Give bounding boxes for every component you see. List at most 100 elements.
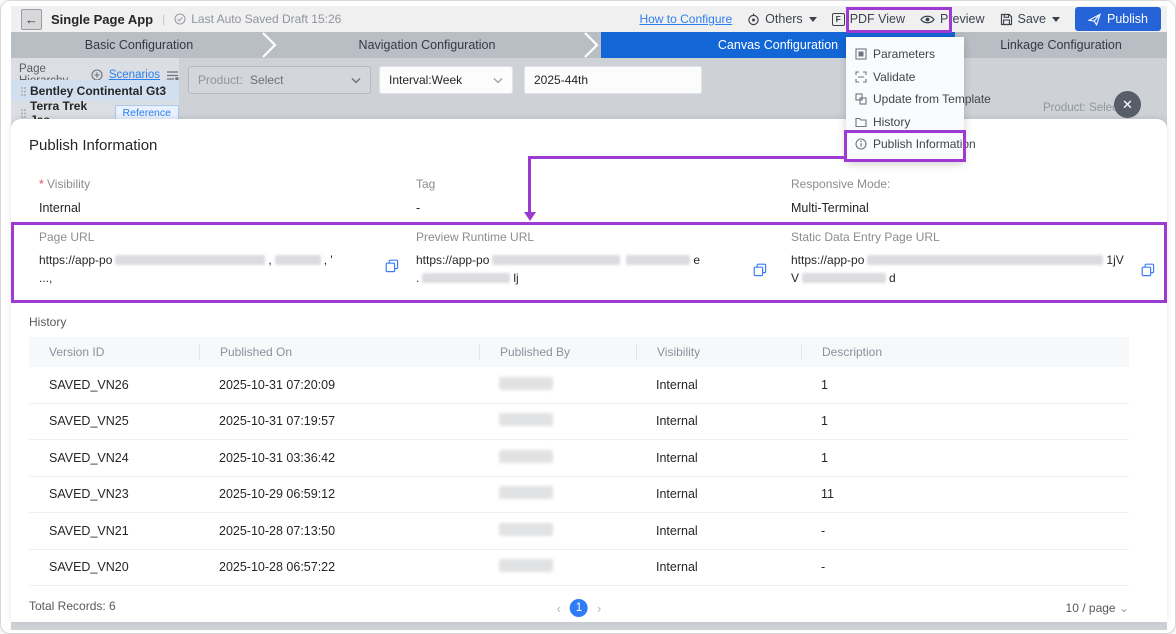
pagination: ‹ 1 › — [557, 599, 602, 617]
tab-navigation-configuration[interactable]: Navigation Configuration — [267, 32, 587, 58]
redacted-publisher — [499, 559, 553, 572]
static-data-entry-url-value: Vd — [791, 269, 1141, 287]
table-row: SAVED_VN202025-10-28 06:57:22Internal- — [29, 550, 1129, 587]
visibility-cell: Internal — [636, 560, 801, 574]
product-select[interactable]: Product: Select — [188, 66, 371, 94]
table-body: SAVED_VN262025-10-31 07:20:09Internal1SA… — [29, 367, 1129, 586]
app-window: ← Single Page App | Last Auto Saved Draf… — [0, 0, 1176, 634]
published-by-cell — [479, 559, 636, 575]
published-by-cell — [479, 523, 636, 539]
history-folder-icon — [855, 116, 867, 128]
publish-button[interactable]: Publish — [1075, 7, 1161, 31]
next-page-icon[interactable]: › — [597, 601, 601, 616]
published-on-cell: 2025-10-28 07:13:50 — [199, 524, 479, 538]
menu-item-history[interactable]: History — [846, 111, 964, 134]
description-cell: 1 — [801, 451, 1129, 465]
tag-label: Tag — [416, 177, 435, 191]
url-text: ..., — [39, 271, 52, 285]
page-url-value: ..., — [39, 269, 379, 287]
configuration-steps-bar: Basic Configuration Navigation Configura… — [11, 32, 1167, 58]
table-row: SAVED_VN232025-10-29 06:59:12Internal11 — [29, 477, 1129, 514]
url-text: https://app-po — [791, 253, 864, 267]
description-cell: 1 — [801, 414, 1129, 428]
save-button[interactable]: Save — [1000, 12, 1061, 26]
preview-button[interactable]: Preview — [920, 12, 984, 26]
table-row: SAVED_VN262025-10-31 07:20:09 Internal1 — [29, 367, 1129, 404]
version-id-cell: SAVED_VN23 — [29, 487, 199, 501]
how-to-configure-link[interactable]: How to Configure — [639, 12, 732, 26]
chevron-down-icon: ⌄ — [1119, 601, 1129, 615]
visibility-value: Internal — [39, 201, 81, 215]
top-bar-left: ← Single Page App | Last Auto Saved Draf… — [21, 6, 341, 32]
visibility-label: Visibility — [39, 177, 90, 191]
page-title: Single Page App — [51, 12, 153, 27]
paper-plane-icon — [1088, 13, 1101, 26]
right-product-filter[interactable]: Product: Select — [1043, 102, 1121, 114]
page-url-field: Page URL https://app-po,, ' ..., — [39, 230, 379, 287]
visibility-cell: Internal — [636, 378, 801, 392]
autosave-status: Last Auto Saved Draft 15:26 — [174, 12, 341, 26]
panel-title: Publish Information — [29, 137, 157, 154]
redacted-publisher — [499, 413, 553, 426]
chevron-down-icon — [351, 77, 361, 84]
static-data-entry-url-field: Static Data Entry Page URL https://app-p… — [791, 230, 1141, 287]
published-by-cell — [479, 377, 636, 393]
week-input[interactable]: 2025-44th — [524, 66, 702, 94]
redacted-publisher — [499, 450, 553, 463]
redacted-url-segment — [867, 255, 1103, 265]
version-id-cell: SAVED_VN26 — [29, 378, 199, 392]
menu-item-parameters[interactable]: Parameters — [846, 43, 964, 66]
menu-item-update-from-template[interactable]: Update from Template — [846, 88, 964, 111]
others-dropdown-menu: Parameters Validate Update from Template… — [846, 37, 964, 162]
menu-item-validate[interactable]: Validate — [846, 66, 964, 89]
responsive-mode-label: Responsive Mode: — [791, 177, 890, 191]
copy-icon[interactable] — [753, 263, 767, 277]
chevron-down-icon — [809, 17, 817, 22]
description-cell: 1 — [801, 378, 1129, 392]
close-button[interactable]: ✕ — [1114, 91, 1141, 118]
static-data-entry-url-label: Static Data Entry Page URL — [791, 230, 1141, 244]
table-row: SAVED_VN252025-10-31 07:19:57Internal1 — [29, 404, 1129, 441]
drag-handle-icon[interactable] — [21, 87, 23, 89]
back-button[interactable]: ← — [21, 9, 42, 30]
info-icon — [855, 138, 867, 150]
validate-icon — [855, 71, 867, 83]
tab-linkage-configuration[interactable]: Linkage Configuration — [955, 32, 1167, 58]
responsive-mode-value: Multi-Terminal — [791, 201, 869, 215]
version-id-cell: SAVED_VN21 — [29, 524, 199, 538]
version-id-cell: SAVED_VN25 — [29, 414, 199, 428]
preview-runtime-url-value: .lj — [416, 269, 746, 287]
copy-icon[interactable] — [385, 259, 399, 273]
collapse-list-icon[interactable] — [166, 70, 179, 81]
drag-handle-icon[interactable] — [21, 109, 23, 111]
menu-item-publish-information[interactable]: Publish Information — [846, 133, 964, 156]
url-text: d — [889, 271, 896, 285]
top-bar: ← Single Page App | Last Auto Saved Draf… — [11, 6, 1167, 32]
interval-select[interactable]: Interval:Week — [379, 66, 513, 94]
chevron-down-icon — [493, 77, 503, 84]
table-row: SAVED_VN242025-10-31 03:36:42Internal1 — [29, 440, 1129, 477]
title-divider: | — [162, 12, 165, 26]
visibility-cell: Internal — [636, 451, 801, 465]
page-number-button[interactable]: 1 — [570, 599, 588, 617]
published-by-cell — [479, 486, 636, 502]
back-arrow-icon: ← — [25, 12, 38, 27]
table-row: SAVED_VN212025-10-28 07:13:50Internal- — [29, 513, 1129, 550]
version-id-cell: SAVED_VN20 — [29, 560, 199, 574]
pdf-view-button[interactable]: F PDF View — [832, 12, 905, 26]
step-chevron-icon — [261, 32, 277, 58]
eye-icon — [920, 14, 935, 25]
published-on-cell: 2025-10-31 07:20:09 — [199, 378, 479, 392]
others-button[interactable]: Others — [747, 12, 817, 26]
page-hierarchy-sidebar: Page Hierarchy Scenarios Bentley Contine… — [11, 58, 179, 128]
page-url-label: Page URL — [39, 230, 379, 244]
page-size-select[interactable]: 10 / page ⌄ — [1066, 601, 1129, 615]
previous-page-icon[interactable]: ‹ — [557, 601, 561, 616]
column-published-on: Published On — [199, 344, 479, 360]
copy-icon[interactable] — [1141, 263, 1155, 277]
column-visibility: Visibility — [636, 344, 801, 360]
history-section-title: History — [29, 315, 66, 329]
visibility-cell: Internal — [636, 524, 801, 538]
tab-basic-configuration[interactable]: Basic Configuration — [11, 32, 267, 58]
column-version-id: Version ID — [29, 344, 199, 360]
